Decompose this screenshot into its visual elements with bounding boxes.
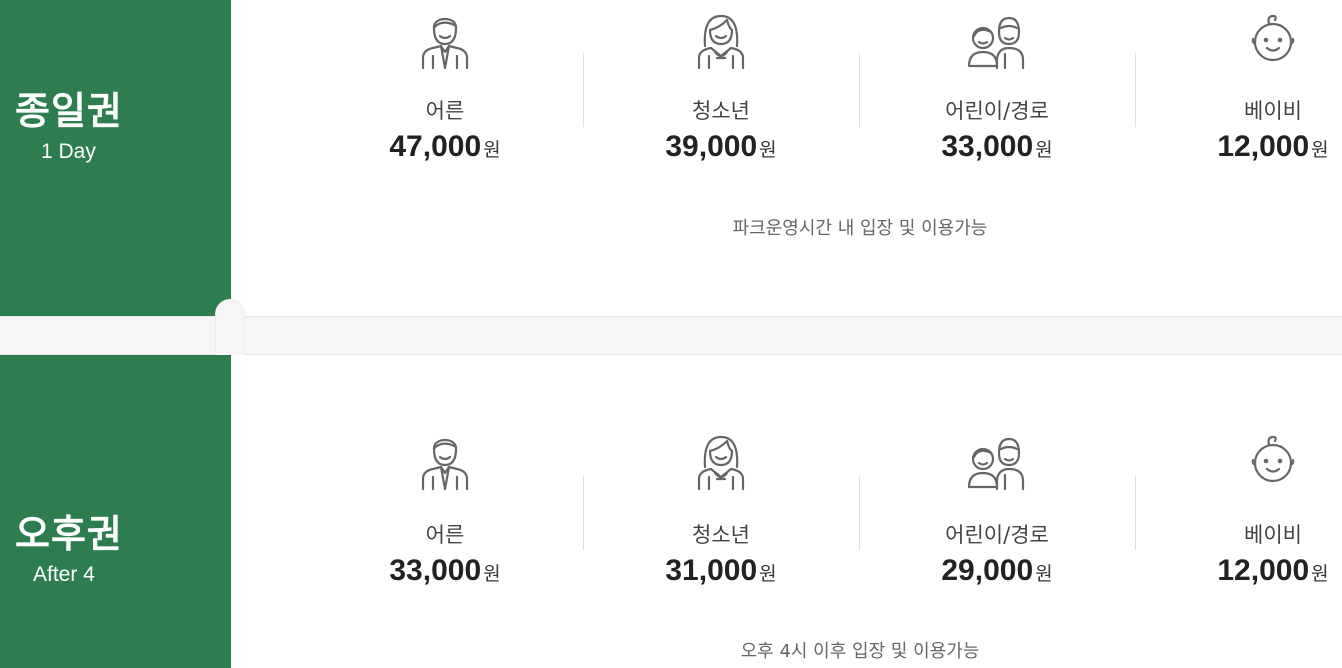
- tier-price: 29,000 원: [941, 554, 1053, 587]
- day-pass-section: 종일권 1 Day 어른 47,000 원 청소년 39,000 원 어린이/경…: [0, 0, 1342, 316]
- day-pass-header: 종일권 1 Day: [0, 0, 231, 316]
- divider-strip: [0, 317, 231, 354]
- tier-price: 33,000 원: [389, 554, 501, 587]
- afternoon-pass-section: 오후권 After 4 어른 33,000 원 청소년 31,000 원 어린이…: [0, 355, 1342, 668]
- section-divider: [0, 299, 1342, 372]
- tier-label: 베이비: [1244, 99, 1302, 123]
- child-senior-icon: [965, 6, 1029, 70]
- tier-price: 31,000 원: [665, 554, 777, 587]
- pass-title: 오후권: [15, 512, 123, 556]
- tier-price: 12,000 원: [1217, 554, 1329, 587]
- pass-subtitle: After 4: [33, 563, 95, 586]
- teen-girl-icon: [689, 6, 753, 70]
- tier-price: 33,000 원: [941, 130, 1053, 163]
- pass-note: 오후 4시 이후 입장 및 이용가능: [740, 641, 980, 662]
- tier-price: 12,000 원: [1217, 130, 1329, 163]
- teen-girl-icon: [689, 427, 753, 491]
- tier-label: 어른: [425, 99, 465, 123]
- pass-title: 종일권: [15, 89, 123, 133]
- tier-price: 47,000 원: [389, 130, 501, 163]
- baby-icon: [1241, 427, 1305, 491]
- afternoon-pass-header: 오후권 After 4: [0, 355, 231, 668]
- child-senior-icon: [965, 427, 1029, 491]
- pass-subtitle: 1 Day: [41, 140, 96, 163]
- adult-man-icon: [413, 427, 477, 491]
- tier-label: 청소년: [692, 99, 750, 123]
- tier-price: 39,000 원: [665, 130, 777, 163]
- tier-label: 베이비: [1244, 523, 1302, 547]
- adult-man-icon: [413, 6, 477, 70]
- baby-icon: [1241, 6, 1305, 70]
- tier-label: 어린이/경로: [945, 523, 1049, 547]
- tier-label: 청소년: [692, 523, 750, 547]
- tier-label: 어린이/경로: [945, 99, 1049, 123]
- tier-label: 어른: [425, 523, 465, 547]
- pass-note: 파크운영시간 내 입장 및 이용가능: [732, 218, 988, 239]
